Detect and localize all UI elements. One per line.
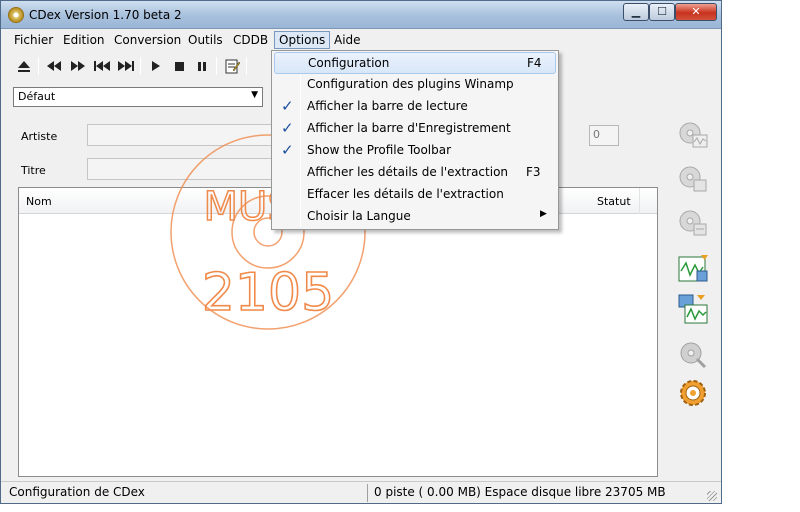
edit-icon[interactable] (222, 56, 242, 76)
submenu-arrow-icon: ▶ (540, 209, 547, 219)
menu-item-label: Show the Profile Toolbar (307, 143, 452, 157)
options-dropdown-menu: Configuration F4 Configuration des plugi… (271, 50, 559, 230)
window-title: CDex Version 1.70 beta 2 (29, 8, 182, 22)
menu-fichier[interactable]: Fichier (10, 32, 57, 48)
status-bar: Configuration de CDex 0 piste ( 0.00 MB)… (1, 481, 721, 503)
toolbar-separator (38, 57, 39, 75)
menu-item-label: Effacer les détails de l'extraction (307, 187, 504, 201)
minimize-button[interactable]: ▁ (623, 3, 649, 21)
title-field[interactable] (87, 158, 277, 180)
checkmark-icon: ✓ (281, 119, 294, 137)
checkmark-icon: ✓ (281, 141, 294, 159)
play-icon[interactable] (146, 56, 166, 76)
track-count-field[interactable]: 0 (589, 125, 619, 146)
profile-selected-value: Défaut (18, 90, 56, 103)
column-header-statut[interactable]: Statut (597, 195, 631, 208)
menu-edition[interactable]: Edition (59, 32, 109, 48)
playback-toolbar (6, 53, 281, 81)
menu-item-label: Afficher les détails de l'extraction (307, 165, 509, 179)
cdex-app-icon[interactable] (8, 7, 24, 23)
toolbar-separator (246, 57, 247, 75)
track-list[interactable]: Nom Statut (18, 187, 658, 477)
rewind-icon[interactable] (44, 56, 64, 76)
previous-track-icon[interactable] (92, 56, 112, 76)
status-disk-info: 0 piste ( 0.00 MB) Espace disque libre 2… (374, 485, 666, 499)
shortcut-label: F4 (527, 56, 542, 70)
next-track-icon[interactable] (116, 56, 136, 76)
menu-item-show-extraction-details[interactable]: Afficher les détails de l'extraction F3 (274, 162, 556, 184)
record-icon[interactable] (677, 339, 709, 371)
shortcut-label: F3 (526, 165, 541, 179)
extraction-toolbar (673, 119, 713, 419)
menu-item-clear-extraction-details[interactable]: Effacer les détails de l'extraction (274, 184, 556, 206)
status-message: Configuration de CDex (9, 485, 145, 499)
profile-select[interactable]: Défaut ▼ (13, 87, 263, 107)
menu-outils[interactable]: Outils (184, 32, 227, 48)
artist-field[interactable] (87, 124, 277, 146)
menu-item-label: Afficher la barre de lecture (307, 99, 468, 113)
menu-item-label: Configuration (308, 56, 390, 70)
close-button[interactable]: ✕ (675, 3, 717, 21)
title-bar[interactable]: CDex Version 1.70 beta 2 ▁ ☐ ✕ (1, 1, 721, 29)
extract-wav-icon[interactable] (677, 119, 709, 151)
menu-item-winamp-plugins[interactable]: Configuration des plugins Winamp (274, 74, 556, 96)
fast-forward-icon[interactable] (68, 56, 88, 76)
chevron-down-icon[interactable]: ▼ (251, 90, 258, 100)
menu-item-label: Afficher la barre d'Enregistrement (307, 121, 511, 135)
menu-item-choose-language[interactable]: Choisir la Langue ▶ (274, 206, 556, 228)
maximize-button[interactable]: ☐ (649, 3, 675, 21)
menu-conversion[interactable]: Conversion (110, 32, 185, 48)
convert-wav-icon[interactable] (677, 253, 709, 285)
toolbar-separator (140, 57, 141, 75)
convert-mp3-icon[interactable] (677, 293, 709, 325)
checkmark-icon: ✓ (281, 97, 294, 115)
menu-item-configuration[interactable]: Configuration F4 (274, 52, 556, 74)
stop-icon[interactable] (169, 56, 189, 76)
menu-aide[interactable]: Aide (330, 32, 365, 48)
configuration-icon[interactable] (677, 377, 709, 409)
eject-icon[interactable] (14, 56, 34, 76)
extract-partial-icon[interactable] (677, 207, 709, 239)
menu-item-show-profile-toolbar[interactable]: ✓ Show the Profile Toolbar (274, 140, 556, 162)
pause-icon[interactable] (192, 56, 212, 76)
menu-options[interactable]: Options (274, 31, 331, 49)
menu-item-show-record-bar[interactable]: ✓ Afficher la barre d'Enregistrement (274, 118, 556, 140)
toolbar-separator (216, 57, 217, 75)
column-divider[interactable] (639, 188, 640, 214)
column-header-nom[interactable]: Nom (26, 195, 52, 208)
extract-mp3-icon[interactable] (677, 163, 709, 195)
resize-grip[interactable] (707, 491, 717, 501)
menu-bar: Fichier Edition Conversion Outils CDDB O… (6, 30, 716, 50)
title-label: Titre (21, 164, 46, 177)
menu-item-show-playback-bar[interactable]: ✓ Afficher la barre de lecture (274, 96, 556, 118)
menu-item-label: Choisir la Langue (307, 209, 411, 223)
menu-cddb[interactable]: CDDB (229, 32, 272, 48)
menu-item-label: Configuration des plugins Winamp (307, 77, 514, 91)
artist-label: Artiste (21, 130, 58, 143)
status-divider (367, 484, 368, 502)
